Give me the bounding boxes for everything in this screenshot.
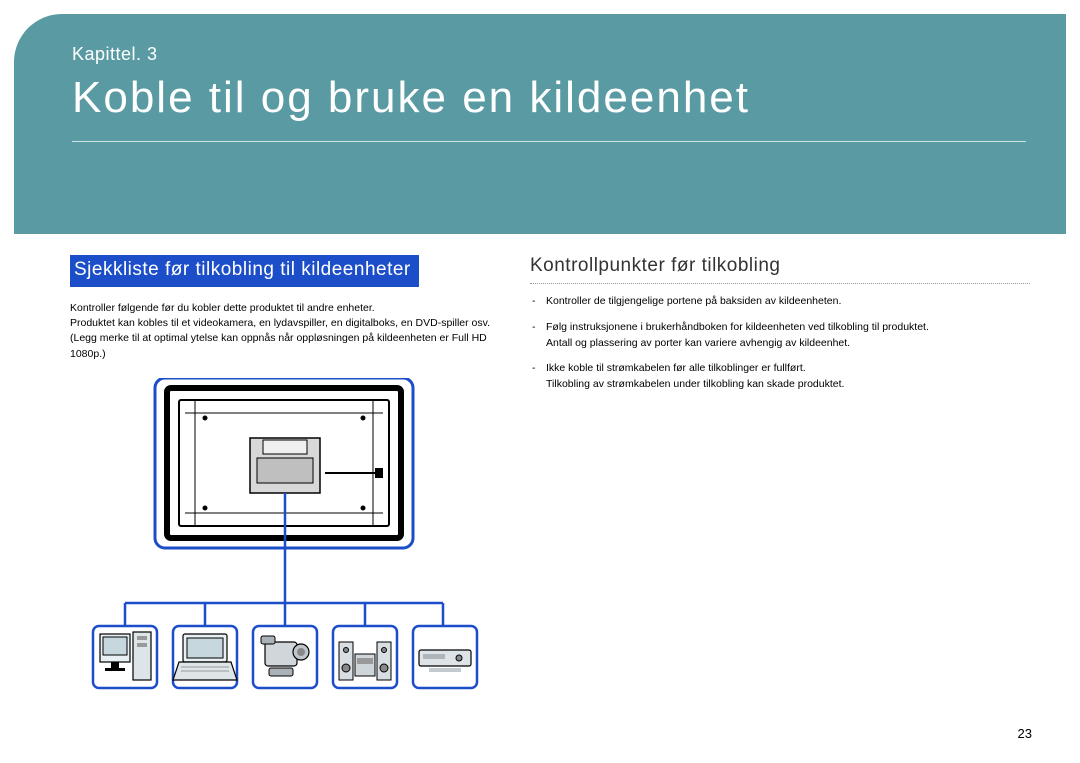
chapter-title: Koble til og bruke en kildeenhet <box>72 73 1026 142</box>
device-audio-system <box>333 626 397 688</box>
checklist-body: Kontroller følgende før du kobler dette … <box>70 301 500 362</box>
device-camcorder <box>253 626 317 688</box>
checklist-heading: Sjekkliste før tilkobling til kildeenhet… <box>70 255 419 287</box>
list-item: Kontroller de tilgjengelige portene på b… <box>530 294 1030 310</box>
tv-port-module <box>250 438 383 493</box>
diagram-svg <box>85 378 485 708</box>
chapter-label: Kapittel. 3 <box>72 44 1026 65</box>
list-item: Ikke koble til strømkabelen før alle til… <box>530 361 1030 393</box>
device-dvd-player <box>413 626 477 688</box>
left-column: Sjekkliste før tilkobling til kildeenhet… <box>70 255 500 713</box>
page-number: 23 <box>1018 726 1032 741</box>
checkpoints-heading: Kontrollpunkter før tilkobling <box>530 255 1030 284</box>
list-item: Følg instruksjonene i brukerhåndboken fo… <box>530 320 1030 352</box>
page-body: Sjekkliste før tilkobling til kildeenhet… <box>70 255 1030 713</box>
chapter-banner: Kapittel. 3 Koble til og bruke en kildee… <box>14 14 1066 234</box>
device-laptop <box>173 626 237 688</box>
right-column: Kontrollpunkter før tilkobling Kontrolle… <box>530 255 1030 713</box>
checkpoints-list: Kontroller de tilgjengelige portene på b… <box>530 294 1030 393</box>
device-desktop-pc <box>93 626 157 688</box>
connection-diagram <box>70 378 500 713</box>
